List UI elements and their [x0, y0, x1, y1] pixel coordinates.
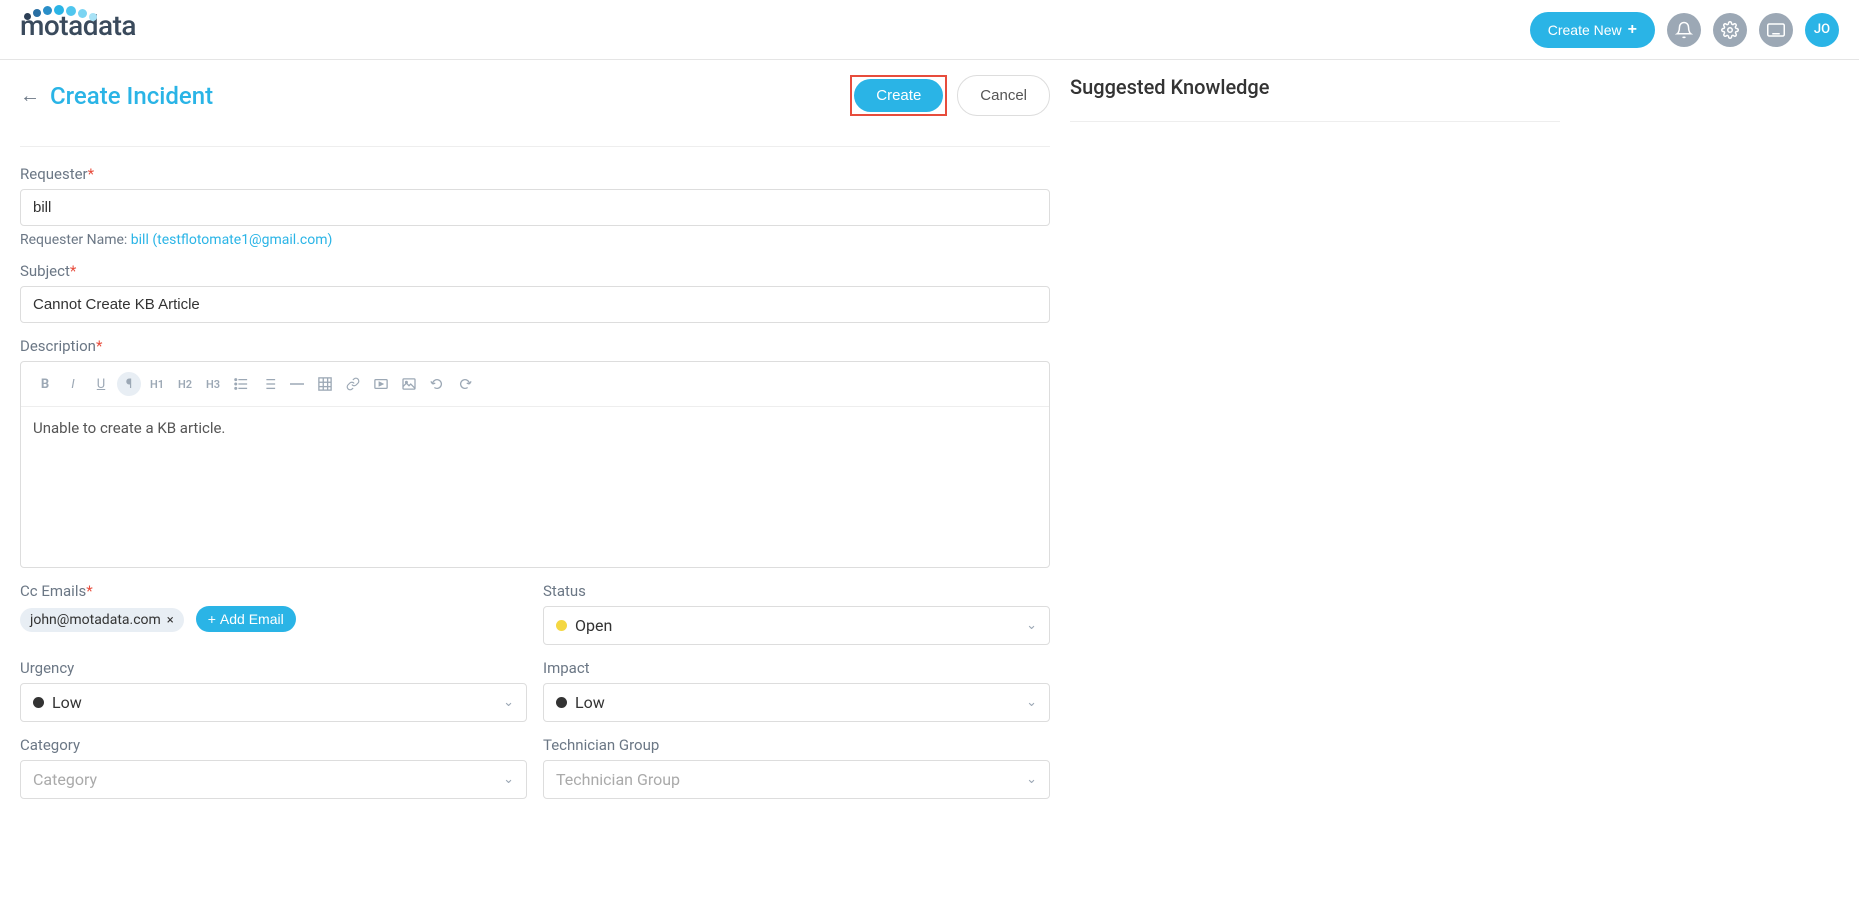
- undo-button[interactable]: [425, 372, 449, 396]
- paragraph-button[interactable]: ¶: [117, 372, 141, 396]
- cc-emails-label: Cc Emails*: [20, 582, 527, 600]
- category-label: Category: [20, 736, 527, 754]
- bell-icon: [1675, 21, 1693, 39]
- top-bar: motadata Create New + JO: [0, 0, 1859, 60]
- page-title: Create Incident: [50, 82, 213, 110]
- techgroup-label: Technician Group: [543, 736, 1050, 754]
- cancel-button[interactable]: Cancel: [957, 75, 1050, 116]
- status-group: Status Open ⌄: [543, 582, 1050, 645]
- status-select[interactable]: Open ⌄: [543, 606, 1050, 645]
- category-group: Category Category ⌄: [20, 736, 527, 799]
- subject-label: Subject*: [20, 262, 1050, 280]
- italic-button[interactable]: I: [61, 372, 85, 396]
- techgroup-select[interactable]: Technician Group ⌄: [543, 760, 1050, 799]
- plus-icon: +: [208, 611, 216, 627]
- topbar-right: Create New + JO: [1530, 12, 1839, 48]
- requester-name-link[interactable]: bill (testflotomate1@gmail.com): [131, 232, 333, 248]
- page-header: ← Create Incident Create Cancel: [20, 75, 1050, 147]
- create-new-button[interactable]: Create New +: [1530, 12, 1655, 48]
- create-button[interactable]: Create: [854, 79, 943, 112]
- chevron-down-icon: ⌄: [1026, 618, 1037, 633]
- chevron-down-icon: ⌄: [1026, 772, 1037, 787]
- video-button[interactable]: [369, 372, 393, 396]
- requester-input[interactable]: [20, 189, 1050, 226]
- description-group: Description* B I U ¶ H1 H2 H3: [20, 337, 1050, 568]
- h3-button[interactable]: H3: [201, 372, 225, 396]
- chevron-down-icon: ⌄: [503, 772, 514, 787]
- settings-button[interactable]: [1713, 13, 1747, 47]
- urgency-label: Urgency: [20, 659, 527, 677]
- description-editor[interactable]: Unable to create a KB article.: [21, 407, 1049, 567]
- divider: [1070, 121, 1560, 122]
- create-highlight-box: Create: [850, 75, 947, 116]
- notifications-button[interactable]: [1667, 13, 1701, 47]
- link-button[interactable]: [341, 372, 365, 396]
- avatar[interactable]: JO: [1805, 13, 1839, 47]
- hr-icon: [290, 383, 304, 385]
- add-email-button[interactable]: + Add Email: [196, 606, 296, 632]
- underline-button[interactable]: U: [89, 372, 113, 396]
- requester-helper: Requester Name: bill (testflotomate1@gma…: [20, 232, 1050, 248]
- hr-button[interactable]: [285, 372, 309, 396]
- link-icon: [346, 377, 360, 391]
- h2-button[interactable]: H2: [173, 372, 197, 396]
- impact-select[interactable]: Low ⌄: [543, 683, 1050, 722]
- keyboard-icon: [1767, 23, 1785, 37]
- requester-label: Requester*: [20, 165, 1050, 183]
- ordered-list-icon: [262, 377, 276, 391]
- video-icon: [374, 378, 388, 390]
- rich-text-editor: B I U ¶ H1 H2 H3: [20, 361, 1050, 568]
- status-label: Status: [543, 582, 1050, 600]
- suggested-knowledge-title: Suggested Knowledge: [1070, 75, 1560, 99]
- ordered-list-button[interactable]: [257, 372, 281, 396]
- table-button[interactable]: [313, 372, 337, 396]
- description-label: Description*: [20, 337, 1050, 355]
- chevron-down-icon: ⌄: [1026, 695, 1037, 710]
- plus-icon: +: [1628, 21, 1637, 39]
- status-dot-icon: [556, 620, 567, 631]
- subject-group: Subject*: [20, 262, 1050, 323]
- logo: motadata: [20, 17, 136, 42]
- bold-button[interactable]: B: [33, 372, 57, 396]
- avatar-initials: JO: [1814, 22, 1830, 37]
- gear-icon: [1721, 21, 1739, 39]
- image-icon: [402, 378, 416, 390]
- side-panel: Suggested Knowledge: [1070, 75, 1560, 813]
- urgency-select[interactable]: Low ⌄: [20, 683, 527, 722]
- category-select[interactable]: Category ⌄: [20, 760, 527, 799]
- bullet-list-button[interactable]: [229, 372, 253, 396]
- form-area: ← Create Incident Create Cancel Requeste…: [20, 75, 1050, 813]
- editor-toolbar: B I U ¶ H1 H2 H3: [21, 362, 1049, 407]
- image-button[interactable]: [397, 372, 421, 396]
- bullet-list-icon: [234, 377, 248, 391]
- redo-button[interactable]: [453, 372, 477, 396]
- chevron-down-icon: ⌄: [503, 695, 514, 710]
- impact-dot-icon: [556, 697, 567, 708]
- back-arrow[interactable]: ←: [20, 83, 40, 108]
- create-new-label: Create New: [1548, 22, 1622, 38]
- cc-emails-group: Cc Emails* john@motadata.com × + Add Ema…: [20, 582, 527, 632]
- cc-email-chip: john@motadata.com ×: [20, 608, 184, 632]
- table-icon: [318, 377, 332, 391]
- h1-button[interactable]: H1: [145, 372, 169, 396]
- keyboard-button[interactable]: [1759, 13, 1793, 47]
- requester-group: Requester* Requester Name: bill (testflo…: [20, 165, 1050, 248]
- impact-group: Impact Low ⌄: [543, 659, 1050, 722]
- undo-icon: [430, 377, 444, 391]
- techgroup-group: Technician Group Technician Group ⌄: [543, 736, 1050, 799]
- chip-remove-button[interactable]: ×: [167, 613, 174, 628]
- urgency-group: Urgency Low ⌄: [20, 659, 527, 722]
- impact-label: Impact: [543, 659, 1050, 677]
- subject-input[interactable]: [20, 286, 1050, 323]
- redo-icon: [458, 377, 472, 391]
- urgency-dot-icon: [33, 697, 44, 708]
